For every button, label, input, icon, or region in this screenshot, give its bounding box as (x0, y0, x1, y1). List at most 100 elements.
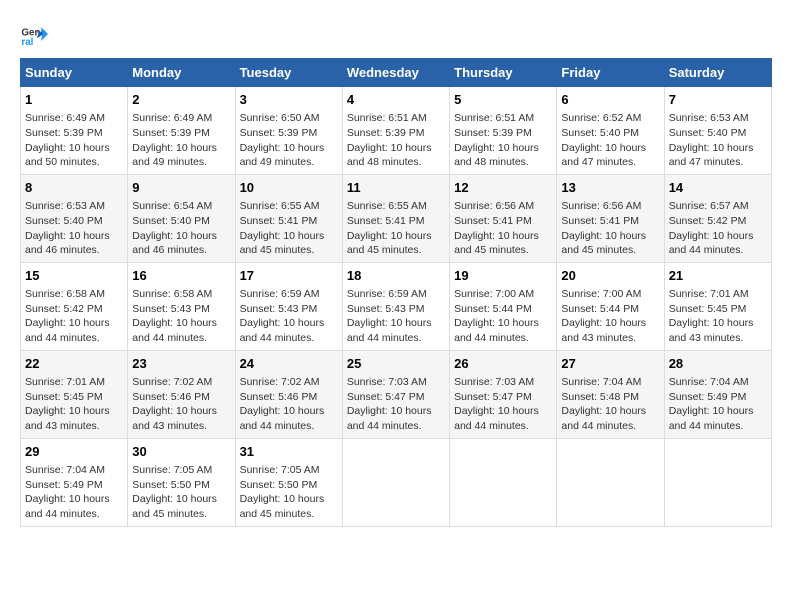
calendar-cell: 18 Sunrise: 6:59 AM Sunset: 5:43 PM Dayli… (342, 262, 449, 350)
day-info: Sunrise: 7:00 AM Sunset: 5:44 PM Dayligh… (561, 287, 659, 346)
calendar-cell: 9 Sunrise: 6:54 AM Sunset: 5:40 PM Daylig… (128, 174, 235, 262)
calendar-body: 1 Sunrise: 6:49 AM Sunset: 5:39 PM Daylig… (21, 87, 772, 527)
calendar-cell: 11 Sunrise: 6:55 AM Sunset: 5:41 PM Dayli… (342, 174, 449, 262)
day-info: Sunrise: 7:04 AM Sunset: 5:49 PM Dayligh… (669, 375, 767, 434)
page-header: Gene ral (20, 20, 772, 48)
day-number: 31 (240, 443, 338, 461)
calendar-table: SundayMondayTuesdayWednesdayThursdayFrid… (20, 58, 772, 527)
day-number: 6 (561, 91, 659, 109)
day-number: 4 (347, 91, 445, 109)
day-number: 7 (669, 91, 767, 109)
calendar-cell: 24 Sunrise: 7:02 AM Sunset: 5:46 PM Dayli… (235, 350, 342, 438)
day-number: 8 (25, 179, 123, 197)
header-day-thursday: Thursday (450, 59, 557, 87)
day-info: Sunrise: 7:00 AM Sunset: 5:44 PM Dayligh… (454, 287, 552, 346)
day-number: 11 (347, 179, 445, 197)
day-number: 29 (25, 443, 123, 461)
day-info: Sunrise: 6:58 AM Sunset: 5:43 PM Dayligh… (132, 287, 230, 346)
header-day-wednesday: Wednesday (342, 59, 449, 87)
day-number: 3 (240, 91, 338, 109)
logo: Gene ral (20, 20, 52, 48)
day-number: 26 (454, 355, 552, 373)
day-info: Sunrise: 7:02 AM Sunset: 5:46 PM Dayligh… (132, 375, 230, 434)
day-info: Sunrise: 6:49 AM Sunset: 5:39 PM Dayligh… (25, 111, 123, 170)
day-info: Sunrise: 6:52 AM Sunset: 5:40 PM Dayligh… (561, 111, 659, 170)
calendar-cell: 17Sunrise: 6:59 AM Sunset: 5:43 PM Dayli… (235, 262, 342, 350)
day-info: Sunrise: 7:03 AM Sunset: 5:47 PM Dayligh… (347, 375, 445, 434)
calendar-cell: 25 Sunrise: 7:03 AM Sunset: 5:47 PM Dayli… (342, 350, 449, 438)
calendar-cell: 27Sunrise: 7:04 AM Sunset: 5:48 PM Dayli… (557, 350, 664, 438)
day-info: Sunrise: 6:49 AM Sunset: 5:39 PM Dayligh… (132, 111, 230, 170)
day-number: 19 (454, 267, 552, 285)
header-day-tuesday: Tuesday (235, 59, 342, 87)
day-info: Sunrise: 6:56 AM Sunset: 5:41 PM Dayligh… (454, 199, 552, 258)
day-number: 1 (25, 91, 123, 109)
day-info: Sunrise: 7:01 AM Sunset: 5:45 PM Dayligh… (669, 287, 767, 346)
calendar-cell: 12 Sunrise: 6:56 AM Sunset: 5:41 PM Dayli… (450, 174, 557, 262)
day-info: Sunrise: 6:57 AM Sunset: 5:42 PM Dayligh… (669, 199, 767, 258)
day-info: Sunrise: 6:51 AM Sunset: 5:39 PM Dayligh… (347, 111, 445, 170)
calendar-cell: 13Sunrise: 6:56 AM Sunset: 5:41 PM Dayli… (557, 174, 664, 262)
day-info: Sunrise: 7:05 AM Sunset: 5:50 PM Dayligh… (240, 463, 338, 522)
calendar-cell: 22Sunrise: 7:01 AM Sunset: 5:45 PM Dayli… (21, 350, 128, 438)
day-number: 18 (347, 267, 445, 285)
day-info: Sunrise: 6:51 AM Sunset: 5:39 PM Dayligh… (454, 111, 552, 170)
day-number: 9 (132, 179, 230, 197)
calendar-cell: 14 Sunrise: 6:57 AM Sunset: 5:42 PM Dayli… (664, 174, 771, 262)
calendar-cell: 16 Sunrise: 6:58 AM Sunset: 5:43 PM Dayli… (128, 262, 235, 350)
header-day-monday: Monday (128, 59, 235, 87)
calendar-cell: 26 Sunrise: 7:03 AM Sunset: 5:47 PM Dayli… (450, 350, 557, 438)
week-row-5: 29Sunrise: 7:04 AM Sunset: 5:49 PM Dayli… (21, 438, 772, 526)
day-info: Sunrise: 6:55 AM Sunset: 5:41 PM Dayligh… (347, 199, 445, 258)
day-number: 15 (25, 267, 123, 285)
calendar-cell: 23 Sunrise: 7:02 AM Sunset: 5:46 PM Dayli… (128, 350, 235, 438)
calendar-cell: 20 Sunrise: 7:00 AM Sunset: 5:44 PM Dayli… (557, 262, 664, 350)
day-info: Sunrise: 6:56 AM Sunset: 5:41 PM Dayligh… (561, 199, 659, 258)
day-number: 30 (132, 443, 230, 461)
header-day-sunday: Sunday (21, 59, 128, 87)
calendar-header: SundayMondayTuesdayWednesdayThursdayFrid… (21, 59, 772, 87)
week-row-3: 15 Sunrise: 6:58 AM Sunset: 5:42 PM Dayli… (21, 262, 772, 350)
day-number: 28 (669, 355, 767, 373)
day-info: Sunrise: 7:02 AM Sunset: 5:46 PM Dayligh… (240, 375, 338, 434)
week-row-4: 22Sunrise: 7:01 AM Sunset: 5:45 PM Dayli… (21, 350, 772, 438)
day-info: Sunrise: 6:58 AM Sunset: 5:42 PM Dayligh… (25, 287, 123, 346)
day-number: 25 (347, 355, 445, 373)
day-info: Sunrise: 6:55 AM Sunset: 5:41 PM Dayligh… (240, 199, 338, 258)
day-info: Sunrise: 7:05 AM Sunset: 5:50 PM Dayligh… (132, 463, 230, 522)
calendar-cell (664, 438, 771, 526)
day-info: Sunrise: 7:03 AM Sunset: 5:47 PM Dayligh… (454, 375, 552, 434)
day-number: 24 (240, 355, 338, 373)
calendar-cell: 21Sunrise: 7:01 AM Sunset: 5:45 PM Dayli… (664, 262, 771, 350)
day-number: 5 (454, 91, 552, 109)
calendar-cell: 3 Sunrise: 6:50 AM Sunset: 5:39 PM Daylig… (235, 87, 342, 175)
day-info: Sunrise: 6:59 AM Sunset: 5:43 PM Dayligh… (240, 287, 338, 346)
calendar-cell: 10 Sunrise: 6:55 AM Sunset: 5:41 PM Dayli… (235, 174, 342, 262)
day-info: Sunrise: 6:54 AM Sunset: 5:40 PM Dayligh… (132, 199, 230, 258)
calendar-cell: 19 Sunrise: 7:00 AM Sunset: 5:44 PM Dayli… (450, 262, 557, 350)
day-info: Sunrise: 6:50 AM Sunset: 5:39 PM Dayligh… (240, 111, 338, 170)
calendar-cell: 4 Sunrise: 6:51 AM Sunset: 5:39 PM Daylig… (342, 87, 449, 175)
calendar-cell: 7 Sunrise: 6:53 AM Sunset: 5:40 PM Daylig… (664, 87, 771, 175)
calendar-cell: 28 Sunrise: 7:04 AM Sunset: 5:49 PM Dayli… (664, 350, 771, 438)
calendar-cell: 8Sunrise: 6:53 AM Sunset: 5:40 PM Daylig… (21, 174, 128, 262)
day-number: 10 (240, 179, 338, 197)
day-info: Sunrise: 6:53 AM Sunset: 5:40 PM Dayligh… (669, 111, 767, 170)
svg-text:ral: ral (21, 37, 33, 48)
calendar-cell (450, 438, 557, 526)
day-number: 12 (454, 179, 552, 197)
day-number: 23 (132, 355, 230, 373)
day-number: 20 (561, 267, 659, 285)
week-row-2: 8Sunrise: 6:53 AM Sunset: 5:40 PM Daylig… (21, 174, 772, 262)
header-row: SundayMondayTuesdayWednesdayThursdayFrid… (21, 59, 772, 87)
day-number: 16 (132, 267, 230, 285)
day-number: 2 (132, 91, 230, 109)
calendar-cell (557, 438, 664, 526)
calendar-cell: 1 Sunrise: 6:49 AM Sunset: 5:39 PM Daylig… (21, 87, 128, 175)
calendar-cell: 30 Sunrise: 7:05 AM Sunset: 5:50 PM Dayli… (128, 438, 235, 526)
logo-icon: Gene ral (20, 20, 48, 48)
day-info: Sunrise: 7:01 AM Sunset: 5:45 PM Dayligh… (25, 375, 123, 434)
calendar-cell: 2 Sunrise: 6:49 AM Sunset: 5:39 PM Daylig… (128, 87, 235, 175)
day-number: 14 (669, 179, 767, 197)
day-info: Sunrise: 6:59 AM Sunset: 5:43 PM Dayligh… (347, 287, 445, 346)
